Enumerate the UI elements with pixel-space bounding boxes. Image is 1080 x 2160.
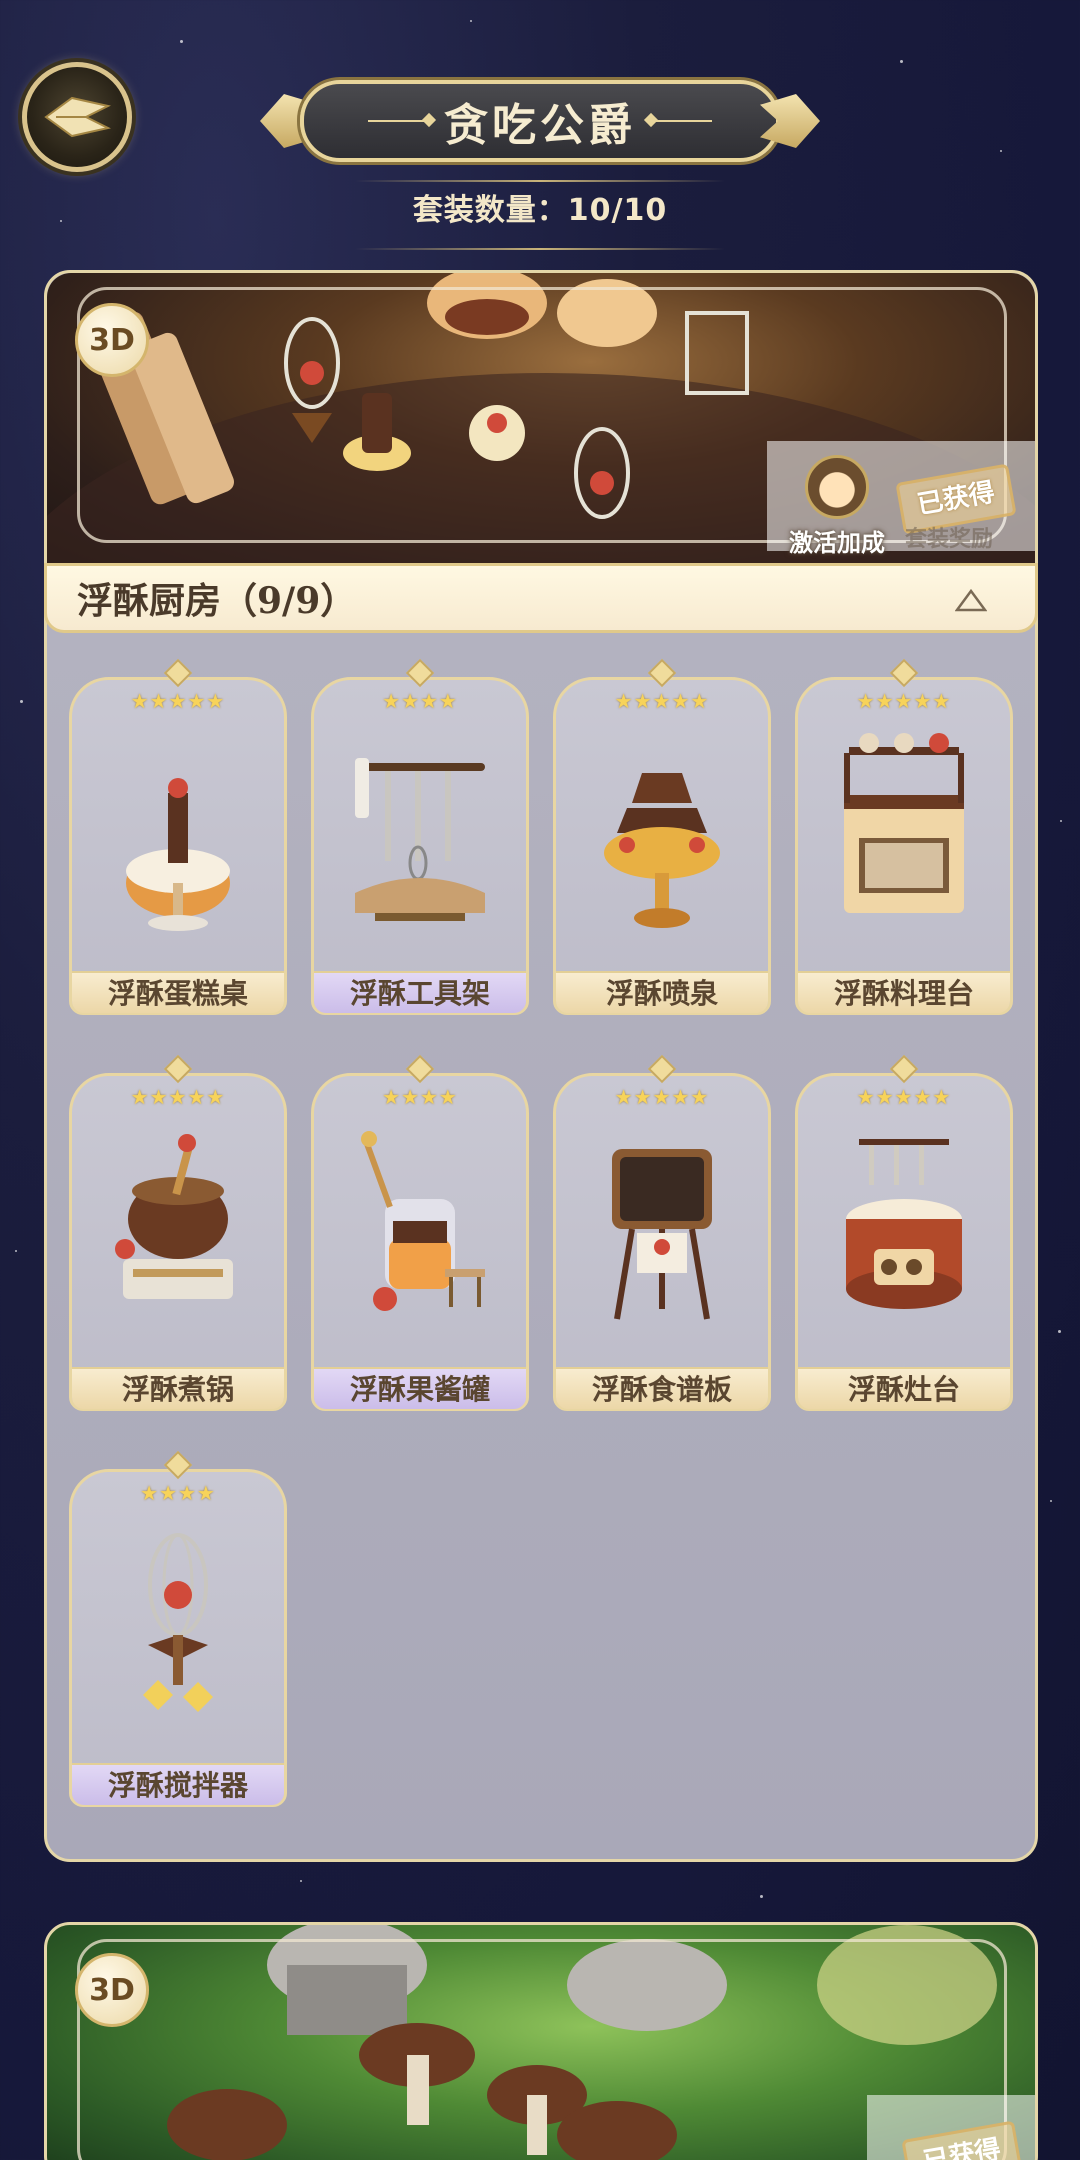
recipe-board-icon bbox=[612, 1149, 712, 1320]
cooking-counter-icon bbox=[844, 733, 964, 913]
rarity-stars: ★★★★ bbox=[382, 1085, 458, 1109]
page-title: 贪吃公爵 bbox=[444, 100, 636, 151]
furniture-item-card[interactable]: ★★★★ 浮酥搅拌器 bbox=[69, 1450, 287, 1807]
furniture-item-card[interactable]: ★★★★★ 浮酥蛋糕桌 bbox=[69, 658, 287, 1015]
whisk-icon bbox=[143, 1533, 213, 1712]
item-name: 浮酥果酱罐 bbox=[314, 1367, 526, 1409]
rarity-stars: ★★★★★ bbox=[614, 1085, 710, 1109]
item-name: 浮酥食谱板 bbox=[556, 1367, 768, 1409]
tool-rack-icon bbox=[355, 758, 485, 921]
divider bbox=[355, 248, 725, 250]
item-name: 浮酥搅拌器 bbox=[72, 1763, 284, 1805]
jam-jar-icon bbox=[361, 1131, 485, 1311]
furniture-item-card[interactable]: ★★★★★ 浮酥煮锅 bbox=[69, 1054, 287, 1411]
set-reward-label: 套装奖励 bbox=[905, 527, 994, 552]
stove-icon bbox=[846, 1139, 962, 1309]
furniture-item-card[interactable]: ★★★★ 浮酥果酱罐 bbox=[311, 1054, 529, 1411]
divider bbox=[368, 120, 428, 122]
title-plate: 贪吃公爵 bbox=[300, 80, 780, 162]
activate-bonus-button[interactable]: 激活加成 bbox=[777, 455, 897, 558]
cooking-pot-icon bbox=[115, 1134, 233, 1299]
rarity-stars: ★★★★★ bbox=[856, 1085, 952, 1109]
back-button[interactable] bbox=[22, 62, 132, 172]
furniture-item-card[interactable]: ★★★★★ 浮酥喷泉 bbox=[553, 658, 771, 1015]
cake-table-icon bbox=[126, 778, 230, 931]
item-name: 浮酥灶台 bbox=[798, 1367, 1010, 1409]
item-name: 浮酥料理台 bbox=[798, 971, 1010, 1013]
rarity-stars: ★★★★★ bbox=[856, 689, 952, 713]
rarity-stars: ★★★★★ bbox=[130, 689, 226, 713]
rarity-stars: ★★★★★ bbox=[130, 1085, 226, 1109]
divider bbox=[355, 180, 725, 182]
rarity-stars: ★★★★★ bbox=[614, 689, 710, 713]
set-count: 套装数量：10/10 bbox=[412, 193, 668, 228]
avatar-icon bbox=[805, 455, 869, 519]
3d-view-badge[interactable]: 3D bbox=[75, 1953, 149, 2027]
set-name: 浮酥厨房（9/9） bbox=[77, 580, 357, 622]
activate-bonus-label: 激活加成 bbox=[789, 529, 885, 557]
item-name: 浮酥蛋糕桌 bbox=[72, 971, 284, 1013]
set-name-bar[interactable]: 浮酥厨房（9/9） bbox=[44, 563, 1038, 633]
rarity-stars: ★★★★ bbox=[140, 1481, 216, 1505]
chocolate-fountain-icon bbox=[604, 773, 720, 928]
furniture-item-card[interactable]: ★★★★ 浮酥工具架 bbox=[311, 658, 529, 1015]
set-banner-3d-preview[interactable]: 3D 激活加成 已获得 套装奖励 bbox=[47, 273, 1035, 569]
set-card-fusu-kitchen: 3D 激活加成 已获得 套装奖励 浮酥厨房（9/9） ★★★★★ 浮酥蛋糕桌 ★★★… bbox=[44, 270, 1038, 1862]
furniture-item-card[interactable]: ★★★★★ 浮酥灶台 bbox=[795, 1054, 1013, 1411]
back-arrow-icon bbox=[44, 96, 111, 138]
set-card-forest: 3D 已获得 bbox=[44, 1922, 1038, 2160]
3d-view-badge[interactable]: 3D bbox=[75, 303, 149, 377]
item-name: 浮酥喷泉 bbox=[556, 971, 768, 1013]
furniture-item-card[interactable]: ★★★★★ 浮酥食谱板 bbox=[553, 1054, 771, 1411]
rarity-stars: ★★★★ bbox=[382, 689, 458, 713]
item-name: 浮酥工具架 bbox=[314, 971, 526, 1013]
title-banner: 贪吃公爵 bbox=[260, 80, 820, 162]
collapse-triangle-icon[interactable] bbox=[955, 588, 987, 612]
item-name: 浮酥煮锅 bbox=[72, 1367, 284, 1409]
furniture-item-card[interactable]: ★★★★★ 浮酥料理台 bbox=[795, 658, 1013, 1015]
divider bbox=[652, 120, 712, 122]
